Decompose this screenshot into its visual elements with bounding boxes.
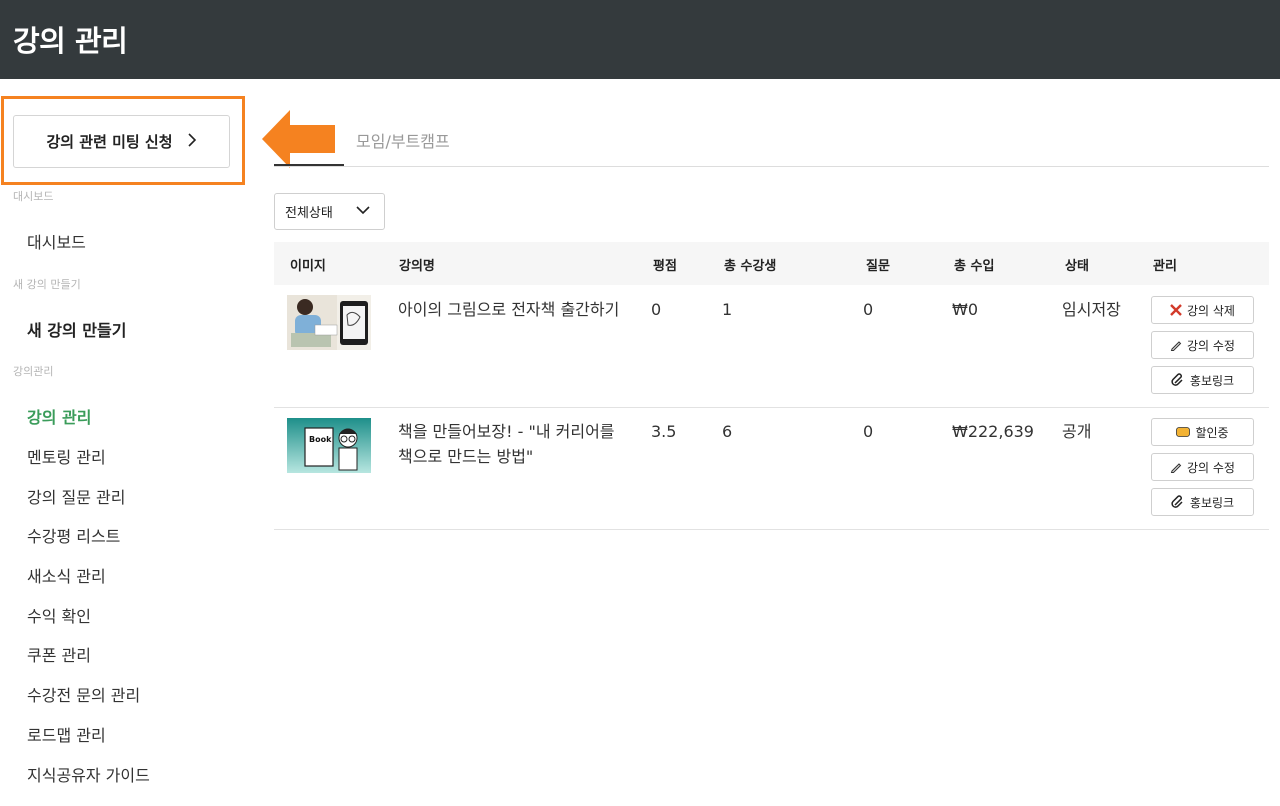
page-title: 강의 관리 (13, 24, 128, 58)
course-thumbnail[interactable]: Book (287, 418, 371, 473)
status-filter-value: 전체상태 (285, 206, 333, 221)
edit-course-button[interactable]: 강의 수정 (1151, 331, 1254, 359)
row-separator (274, 529, 1269, 530)
col-status: 상태 (1065, 259, 1089, 274)
sidebar-item-dashboard[interactable]: 대시보드 (27, 229, 86, 253)
discount-button[interactable]: 할인중 (1151, 418, 1254, 446)
promo-link-label: 홍보링크 (1189, 495, 1235, 510)
sidebar-item-course-manage[interactable]: 강의 관리 (27, 404, 91, 428)
sidebar-item-coupons[interactable]: 쿠폰 관리 (27, 642, 91, 666)
meeting-request-label: 강의 관련 미팅 신청 (46, 133, 173, 151)
top-header: 강의 관리 (0, 0, 1280, 79)
col-rating: 평점 (653, 259, 677, 274)
course-revenue: ₩222,639 (952, 422, 1034, 441)
tab-bootcamp[interactable]: 모임/부트캠프 (356, 128, 450, 152)
course-status: 공개 (1062, 422, 1092, 441)
col-course-name: 강의명 (399, 259, 435, 274)
x-icon (1170, 304, 1182, 316)
sidebar-item-revenue[interactable]: 수익 확인 (27, 603, 91, 627)
course-rating: 3.5 (651, 422, 677, 441)
sidebar-section-course-manage: 강의관리 (13, 365, 54, 378)
sidebar-item-questions[interactable]: 강의 질문 관리 (27, 484, 126, 508)
course-students: 6 (722, 422, 733, 441)
course-questions: 0 (863, 422, 874, 441)
sidebar-section-dashboard: 대시보드 (13, 190, 54, 203)
promo-link-label: 홍보링크 (1189, 373, 1235, 388)
delete-course-button[interactable]: 강의 삭제 (1151, 296, 1254, 324)
pencil-icon (1170, 461, 1182, 473)
status-filter-select[interactable]: 전체상태 (274, 193, 385, 230)
paperclip-icon (1171, 373, 1185, 387)
course-questions: 0 (863, 300, 874, 319)
meeting-request-button[interactable]: 강의 관련 미팅 신청 (13, 115, 230, 168)
sidebar-item-new-course[interactable]: 새 강의 만들기 (27, 317, 126, 341)
course-students: 1 (722, 300, 733, 319)
course-status: 임시저장 (1062, 300, 1121, 319)
pencil-icon (1170, 339, 1182, 351)
discount-label: 할인중 (1195, 425, 1229, 440)
tab-courses-active-indicator[interactable] (274, 164, 344, 166)
delete-course-label: 강의 삭제 (1187, 303, 1235, 318)
col-manage: 관리 (1153, 259, 1177, 274)
edit-course-label: 강의 수정 (1187, 460, 1235, 475)
sidebar-section-new-course: 새 강의 만들기 (13, 278, 81, 291)
sidebar-item-news[interactable]: 새소식 관리 (27, 563, 106, 587)
chevron-right-icon (187, 132, 197, 151)
promo-link-button[interactable]: 홍보링크 (1151, 366, 1254, 394)
promo-link-button[interactable]: 홍보링크 (1151, 488, 1254, 516)
coupon-icon (1176, 427, 1191, 437)
sidebar-item-roadmap[interactable]: 로드맵 관리 (27, 722, 106, 746)
sidebar-item-inquiries[interactable]: 수강전 문의 관리 (27, 682, 140, 706)
course-thumbnail[interactable] (287, 295, 371, 350)
thumb-book-text: Book (309, 435, 332, 444)
course-name[interactable]: 책을 만들어보장! - "내 커리어를 책으로 만드는 방법" (398, 419, 628, 469)
col-revenue: 총 수입 (954, 259, 995, 274)
chevron-down-icon (356, 203, 370, 221)
paperclip-icon (1171, 495, 1185, 509)
course-revenue: ₩0 (952, 300, 978, 319)
edit-course-button[interactable]: 강의 수정 (1151, 453, 1254, 481)
col-image: 이미지 (290, 259, 326, 274)
col-questions: 질문 (866, 259, 890, 274)
course-name[interactable]: 아이의 그림으로 전자책 출간하기 (398, 297, 628, 322)
row-separator (274, 407, 1269, 408)
sidebar-item-mentoring[interactable]: 멘토링 관리 (27, 444, 106, 468)
course-rating: 0 (651, 300, 662, 319)
sidebar-item-guide[interactable]: 지식공유자 가이드 (27, 762, 150, 786)
col-students: 총 수강생 (724, 259, 777, 274)
edit-course-label: 강의 수정 (1187, 338, 1235, 353)
sidebar-item-reviews[interactable]: 수강평 리스트 (27, 523, 120, 547)
